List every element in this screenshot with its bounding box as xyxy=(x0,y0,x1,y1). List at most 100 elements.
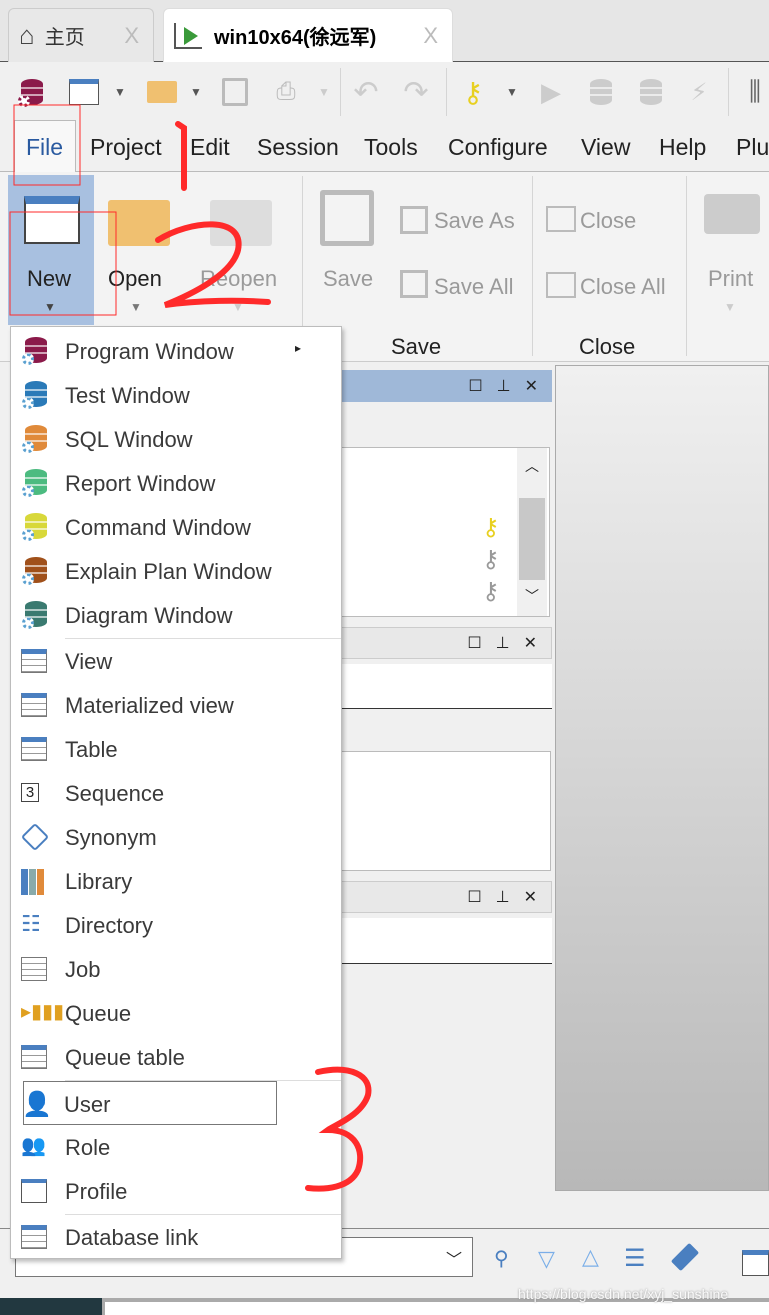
status-block xyxy=(0,1298,102,1315)
redo-icon[interactable]: ↷ xyxy=(398,72,434,112)
panel-input-2[interactable] xyxy=(330,664,552,709)
menu-item-queue[interactable]: ▸▮▮▮ Queue xyxy=(11,991,341,1035)
restore-icon[interactable]: ☐ xyxy=(468,376,482,396)
find-icon[interactable]: ⚲ xyxy=(494,1246,509,1271)
menu-tools[interactable]: Tools xyxy=(364,134,418,161)
menu-item-directory[interactable]: ☷ Directory xyxy=(11,903,341,947)
save-all-button[interactable]: Save All xyxy=(434,274,514,300)
menu-item-job[interactable]: Job xyxy=(11,947,341,991)
panel-header-objects: ☐ ⊥ ✕ xyxy=(330,370,552,402)
new-dropdown-menu: Program Window ▸ Test Window SQL Window Repo… xyxy=(10,326,342,1259)
dropdown-arrow-icon[interactable]: ▼ xyxy=(186,72,206,112)
window-icon[interactable] xyxy=(742,1250,769,1276)
eraser-icon[interactable] xyxy=(670,1242,700,1272)
menu-item-command-window[interactable]: Command Window xyxy=(11,505,341,549)
close-icon[interactable]: X xyxy=(423,23,438,49)
submenu-arrow-icon: ▸ xyxy=(294,341,301,355)
menu-item-library[interactable]: Library xyxy=(11,859,341,903)
editor-area xyxy=(555,365,769,1191)
dropdown-arrow-icon[interactable]: ▼ xyxy=(130,300,142,314)
undo-icon[interactable]: ↶ xyxy=(348,72,384,112)
print-button[interactable]: Print xyxy=(708,266,753,292)
reopen-button[interactable]: Reopen xyxy=(200,266,277,292)
group-label-save: Save xyxy=(391,334,442,359)
menu-item-explain-plan-window[interactable]: Explain Plan Window xyxy=(11,549,341,593)
menu-item-label: User xyxy=(64,1092,111,1117)
execute-icon[interactable]: ▶ xyxy=(536,72,566,112)
panel-input-3[interactable] xyxy=(330,918,552,964)
restore-icon[interactable]: ☐ xyxy=(467,887,481,907)
key-icon: ⚷ xyxy=(482,578,500,605)
menu-item-label: Job xyxy=(65,957,101,982)
key-icon[interactable]: ⚷ xyxy=(456,72,490,112)
panel-list-2[interactable] xyxy=(330,751,551,871)
menu-item-database-link[interactable]: Database link xyxy=(11,1215,341,1259)
menu-plugins[interactable]: Plu xyxy=(736,134,769,161)
tab-session[interactable]: win10x64(徐远军) X xyxy=(163,8,453,62)
chevron-down-icon[interactable]: ﹀ xyxy=(446,1246,462,1270)
next-icon[interactable]: ▽ xyxy=(538,1246,555,1272)
menu-item-label: Sequence xyxy=(65,781,165,806)
menu-item-diagram-window[interactable]: Diagram Window xyxy=(11,593,341,637)
menu-item-queue-table[interactable]: Queue table xyxy=(11,1035,341,1079)
menu-item-label: Program Window xyxy=(65,339,234,364)
menu-project[interactable]: Project xyxy=(90,134,162,161)
new-window-icon[interactable] xyxy=(64,72,104,112)
previous-icon[interactable]: △ xyxy=(582,1244,599,1270)
database-gear-icon xyxy=(21,425,49,453)
menu-item-table[interactable]: Table xyxy=(11,727,341,771)
menu-item-label: Library xyxy=(65,869,133,894)
pin-icon[interactable]: ⊥ xyxy=(496,633,510,653)
close-icon[interactable]: ✕ xyxy=(524,633,537,653)
menu-item-sql-window[interactable]: SQL Window xyxy=(11,417,341,461)
dropdown-arrow-icon[interactable]: ▼ xyxy=(110,72,130,112)
settings-icon[interactable]: ⫼ xyxy=(740,72,769,112)
restore-icon[interactable]: ☐ xyxy=(467,633,481,653)
scrollbar[interactable]: ︿ ﹀ xyxy=(517,448,547,616)
close-icon[interactable]: ✕ xyxy=(525,376,538,396)
dropdown-arrow-icon[interactable]: ▼ xyxy=(314,72,334,112)
menu-item-user[interactable]: 👤 User xyxy=(22,1081,277,1125)
menu-item-label: Test Window xyxy=(65,383,190,408)
open-button[interactable]: Open xyxy=(108,266,162,292)
save-as-button[interactable]: Save As xyxy=(434,208,515,234)
menu-item-role[interactable]: 👥 Role xyxy=(11,1125,341,1169)
table-grid-icon xyxy=(21,1223,49,1251)
commit-icon[interactable] xyxy=(586,72,616,112)
print-icon[interactable]: ⎙ xyxy=(268,72,304,112)
tab-home[interactable]: ⌂ 主页 X xyxy=(8,8,154,62)
close-icon[interactable]: ✕ xyxy=(524,887,537,907)
list-icon[interactable]: ☰ xyxy=(624,1244,646,1273)
menu-session[interactable]: Session xyxy=(257,134,339,161)
rollback-icon[interactable] xyxy=(636,72,666,112)
pin-icon[interactable]: ⊥ xyxy=(497,376,511,396)
menu-item-sequence[interactable]: 3 Sequence xyxy=(11,771,341,815)
open-folder-icon[interactable] xyxy=(142,72,182,112)
database-gear-icon[interactable] xyxy=(14,72,50,112)
menu-item-report-window[interactable]: Report Window xyxy=(11,461,341,505)
dropdown-arrow-icon[interactable]: ▼ xyxy=(502,72,522,112)
menu-file[interactable]: File xyxy=(26,134,63,161)
menu-item-view[interactable]: View xyxy=(11,639,341,683)
menu-item-synonym[interactable]: Synonym xyxy=(11,815,341,859)
save-all-icon xyxy=(400,270,428,298)
menu-item-program-window[interactable]: Program Window ▸ xyxy=(11,329,341,373)
menu-view[interactable]: View xyxy=(581,134,630,161)
save-button[interactable]: Save xyxy=(323,266,373,292)
menu-configure[interactable]: Configure xyxy=(448,134,548,161)
break-icon[interactable]: ⚡ xyxy=(684,72,714,112)
document-tab-bar: ⌂ 主页 X win10x64(徐远军) X xyxy=(0,0,769,62)
close-all-button[interactable]: Close All xyxy=(580,274,666,300)
save-icon[interactable] xyxy=(218,72,252,112)
close-button[interactable]: Close xyxy=(580,208,636,234)
close-icon[interactable]: X xyxy=(124,23,139,49)
menu-help[interactable]: Help xyxy=(659,134,706,161)
menu-item-materialized-view[interactable]: Materialized view xyxy=(11,683,341,727)
menu-item-test-window[interactable]: Test Window xyxy=(11,373,341,417)
menu-item-profile[interactable]: Profile xyxy=(11,1169,341,1213)
menu-edit[interactable]: Edit xyxy=(190,134,230,161)
pin-icon[interactable]: ⊥ xyxy=(496,887,510,907)
open-folder-icon[interactable] xyxy=(108,200,170,246)
menu-item-label: Synonym xyxy=(65,825,157,850)
library-books-icon xyxy=(21,867,49,895)
